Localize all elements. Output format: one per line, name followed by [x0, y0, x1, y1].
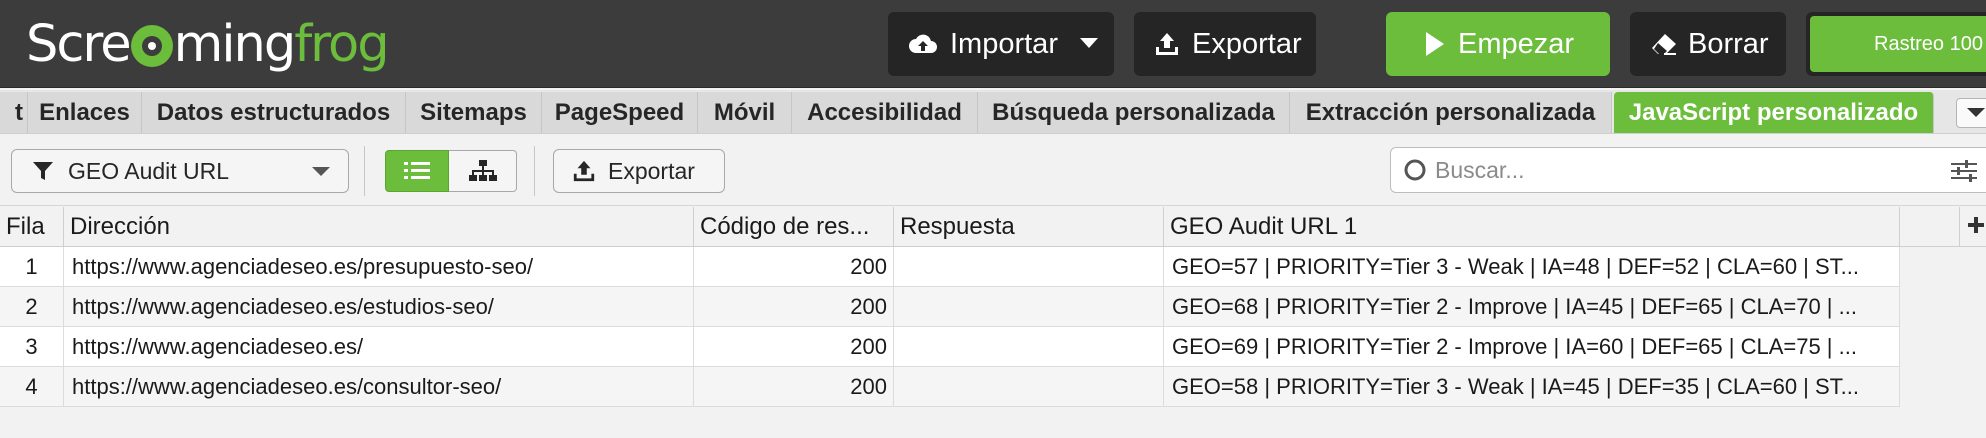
table-row[interactable]: 2 https://www.agenciadeseo.es/estudios-s…	[0, 287, 1900, 327]
import-label: Importar	[950, 27, 1058, 60]
cell-direccion: https://www.agenciadeseo.es/consultor-se…	[64, 367, 694, 407]
upload-tray-icon	[573, 160, 595, 182]
list-icon	[404, 162, 430, 179]
tab-partial[interactable]: t	[0, 92, 28, 133]
tab-accesibilidad[interactable]: Accesibilidad	[792, 92, 978, 133]
export-table-button[interactable]: Exportar	[553, 149, 725, 193]
cell-geo-audit: GEO=58 | PRIORITY=Tier 3 - Weak | IA=45 …	[1164, 367, 1900, 407]
tab-movil[interactable]: Móvil	[698, 92, 792, 133]
cell-fila: 2	[0, 287, 64, 327]
eraser-icon	[1652, 34, 1676, 55]
chevron-down-icon	[312, 167, 330, 176]
table-row[interactable]: 3 https://www.agenciadeseo.es/ 200 GEO=6…	[0, 327, 1900, 367]
export-button[interactable]: Exportar	[1134, 12, 1316, 76]
crawl-progress: Rastreo 100	[1806, 12, 1986, 76]
export-table-label: Exportar	[608, 157, 695, 184]
chevron-down-icon	[1079, 38, 1098, 48]
chevron-down-icon	[1967, 108, 1985, 117]
tab-enlaces[interactable]: Enlaces	[28, 92, 142, 133]
import-button[interactable]: Importar	[888, 12, 1114, 76]
tab-javascript-personalizado[interactable]: JavaScript personalizado	[1614, 92, 1934, 133]
tab-pagespeed[interactable]: PageSpeed	[542, 92, 698, 133]
clear-label: Borrar	[1688, 27, 1769, 60]
clear-button[interactable]: Borrar	[1630, 12, 1786, 76]
toolbar-divider	[364, 146, 365, 196]
cell-geo-audit: GEO=69 | PRIORITY=Tier 2 - Improve | IA=…	[1164, 327, 1900, 367]
filter-dropdown[interactable]: GEO Audit URL	[11, 149, 349, 193]
tab-bar: t Enlaces Datos estructurados Sitemaps P…	[0, 90, 1986, 134]
crawl-progress-label: Rastreo 100	[1810, 16, 1986, 72]
cell-respuesta	[894, 247, 1164, 287]
cell-geo-audit: GEO=57 | PRIORITY=Tier 3 - Weak | IA=48 …	[1164, 247, 1900, 287]
logo-text-ming: ming	[173, 14, 297, 74]
search-box[interactable]	[1390, 147, 1986, 193]
cell-fila: 3	[0, 327, 64, 367]
tab-sitemaps[interactable]: Sitemaps	[406, 92, 542, 133]
list-view-button[interactable]	[385, 150, 449, 192]
start-button[interactable]: Empezar	[1386, 12, 1610, 76]
sliders-icon[interactable]	[1951, 160, 1977, 182]
cell-codigo: 200	[694, 327, 894, 367]
column-header-respuesta[interactable]: Respuesta	[894, 207, 1164, 247]
cell-direccion: https://www.agenciadeseo.es/	[64, 327, 694, 367]
cloud-upload-icon	[909, 34, 937, 53]
screaming-frog-logo: Scre ming frog	[26, 8, 390, 80]
tab-busqueda-personalizada[interactable]: Búsqueda personalizada	[978, 92, 1290, 133]
column-header-direccion[interactable]: Dirección	[64, 207, 694, 247]
cell-fila: 1	[0, 247, 64, 287]
table-row[interactable]: 1 https://www.agenciadeseo.es/presupuest…	[0, 247, 1900, 287]
column-header-geo-audit[interactable]: GEO Audit URL 1	[1164, 207, 1900, 247]
cell-respuesta	[894, 367, 1164, 407]
cell-direccion: https://www.agenciadeseo.es/estudios-seo…	[64, 287, 694, 327]
tree-view-button[interactable]	[449, 150, 517, 192]
toolbar: GEO Audit URL Exportar	[0, 136, 1986, 206]
column-header-blank	[1900, 207, 1960, 247]
table-row[interactable]: 4 https://www.agenciadeseo.es/consultor-…	[0, 367, 1900, 407]
cell-direccion: https://www.agenciadeseo.es/presupuesto-…	[64, 247, 694, 287]
top-header: Scre ming frog Importar Exportar Empezar B…	[0, 0, 1986, 88]
table-header: Fila Dirección Código de res... Respuest…	[0, 207, 1986, 247]
start-label: Empezar	[1458, 27, 1575, 60]
logo-text-scre: Scre	[26, 14, 132, 74]
toolbar-divider	[534, 146, 535, 196]
cell-respuesta	[894, 327, 1164, 367]
search-icon	[1404, 159, 1426, 181]
export-label: Exportar	[1192, 27, 1302, 60]
search-input[interactable]	[1435, 156, 1915, 184]
tab-list-menu-button[interactable]	[1956, 98, 1986, 128]
logo-text-frog: frog	[294, 14, 389, 74]
frog-logo-icon	[130, 25, 173, 67]
cell-respuesta	[894, 287, 1164, 327]
cell-geo-audit: GEO=68 | PRIORITY=Tier 2 - Improve | IA=…	[1164, 287, 1900, 327]
add-column-plus-icon[interactable]	[1966, 215, 1986, 235]
filter-value: GEO Audit URL	[68, 157, 230, 184]
results-table: Fila Dirección Código de res... Respuest…	[0, 207, 1986, 438]
upload-tray-icon	[1156, 33, 1178, 55]
cell-codigo: 200	[694, 247, 894, 287]
column-header-codigo[interactable]: Código de res...	[694, 207, 894, 247]
column-header-fila[interactable]: Fila	[0, 207, 64, 247]
tab-extraccion-personalizada[interactable]: Extracción personalizada	[1290, 92, 1612, 133]
tree-icon	[468, 160, 497, 181]
funnel-icon	[33, 162, 53, 180]
tab-datos-estructurados[interactable]: Datos estructurados	[142, 92, 406, 133]
cell-fila: 4	[0, 367, 64, 407]
play-icon	[1426, 32, 1444, 56]
cell-codigo: 200	[694, 367, 894, 407]
cell-codigo: 200	[694, 287, 894, 327]
